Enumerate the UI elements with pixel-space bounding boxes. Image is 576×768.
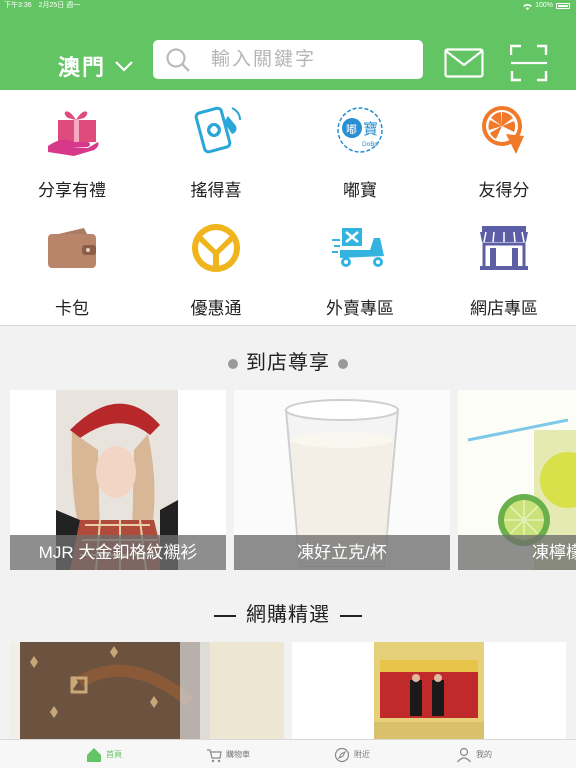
title-dot-icon bbox=[338, 358, 348, 369]
profile-icon bbox=[457, 747, 471, 762]
quick-entry-takeaway[interactable]: 外賣專區 bbox=[288, 208, 432, 326]
quick-entry-online-store[interactable]: 網店專區 bbox=[432, 208, 576, 326]
yen-coin-icon bbox=[192, 224, 240, 272]
product-caption: 凍好立克/杯 bbox=[234, 535, 450, 570]
online-product-card[interactable] bbox=[292, 642, 566, 742]
quick-entry-card-pack[interactable]: 卡包 bbox=[0, 208, 144, 326]
svg-text:寶: 寶 bbox=[363, 120, 378, 138]
tab-nearby[interactable]: 附近 bbox=[334, 740, 370, 768]
status-bar: 下午3:36 2月25日 週一 100% bbox=[0, 0, 576, 12]
mail-icon[interactable] bbox=[444, 48, 484, 78]
battery-icon bbox=[556, 3, 570, 9]
product-card[interactable]: 凍好立克/杯 bbox=[234, 390, 450, 570]
search-icon bbox=[166, 47, 190, 72]
chevron-down-icon bbox=[115, 61, 133, 72]
title-dash-icon bbox=[340, 614, 362, 617]
cart-icon bbox=[207, 748, 222, 762]
online-title: 網購精選 bbox=[246, 604, 330, 626]
quick-entry-dobo[interactable]: 嘟 寶 DoBo 嘟寶 bbox=[288, 90, 432, 208]
quick-entry-share-gift[interactable]: 分享有禮 bbox=[0, 90, 144, 208]
quick-entry-label: 搖得喜 bbox=[190, 181, 242, 200]
in-store-title: 到店尊享 bbox=[246, 352, 330, 374]
shake-phone-icon bbox=[194, 106, 241, 154]
online-section-title: 網購精選 bbox=[0, 598, 576, 627]
tab-label: 購物車 bbox=[226, 750, 250, 759]
product-photo-bag bbox=[10, 642, 284, 742]
status-time-date: 下午3:36 2月25日 週一 bbox=[4, 2, 81, 9]
storefront-icon bbox=[480, 226, 528, 270]
compass-icon bbox=[334, 747, 350, 762]
search-input[interactable] bbox=[211, 48, 401, 71]
tab-label: 首頁 bbox=[106, 750, 122, 759]
tab-home[interactable]: 首頁 bbox=[86, 740, 122, 768]
tab-label: 附近 bbox=[354, 750, 370, 759]
online-product-card[interactable] bbox=[10, 642, 284, 742]
title-dot-icon bbox=[228, 358, 238, 369]
wallet-icon bbox=[48, 228, 96, 268]
home-icon bbox=[87, 747, 101, 762]
battery-percent: 100% bbox=[535, 2, 553, 9]
city-selector[interactable]: 澳門 bbox=[58, 50, 134, 82]
product-caption: MJR 大金釦格紋襯衫 bbox=[10, 535, 226, 570]
quick-entry-youhuitong[interactable]: 優惠通 bbox=[144, 208, 288, 326]
quick-entry-label: 優惠通 bbox=[190, 299, 242, 318]
quick-entry-youdefen[interactable]: 友得分 bbox=[432, 90, 576, 208]
title-dash-icon bbox=[214, 614, 236, 617]
delivery-scooter-icon bbox=[332, 228, 384, 267]
svg-text:DoBo: DoBo bbox=[362, 141, 378, 148]
wifi-icon bbox=[523, 3, 532, 10]
tab-label: 我的 bbox=[476, 750, 492, 759]
product-photo-framed-picture bbox=[292, 642, 566, 742]
in-store-section-title: 到店尊享 bbox=[0, 346, 576, 375]
quick-entry-label: 友得分 bbox=[478, 181, 530, 200]
tab-cart[interactable]: 購物車 bbox=[206, 740, 250, 768]
search-box[interactable] bbox=[153, 40, 423, 79]
scan-icon[interactable] bbox=[510, 44, 548, 82]
in-store-carousel[interactable]: MJR 大金釦格紋襯衫 凍好立克/杯 凍檸檬雪 bbox=[0, 390, 576, 570]
gift-icon bbox=[48, 111, 99, 156]
top-header: 澳門 bbox=[0, 12, 576, 90]
bottom-tab-bar: 首頁 購物車 附近 我的 bbox=[0, 739, 576, 768]
quick-entry-shake[interactable]: 搖得喜 bbox=[144, 90, 288, 208]
quick-entry-grid: 分享有禮 搖得喜 嘟 寶 DoBo 嘟寶 友得分 卡包 優惠通 外賣專區 網店專… bbox=[0, 90, 576, 326]
quick-entry-label: 嘟寶 bbox=[343, 181, 377, 200]
quick-entry-label: 分享有禮 bbox=[38, 181, 106, 200]
quick-entry-label: 外賣專區 bbox=[326, 299, 394, 318]
quick-entry-label: 網店專區 bbox=[470, 299, 538, 318]
dobo-logo-icon: 嘟 寶 DoBo bbox=[337, 107, 383, 153]
product-card[interactable]: 凍檸檬雪 bbox=[458, 390, 576, 570]
orange-slice-icon bbox=[482, 106, 524, 154]
city-label: 澳門 bbox=[58, 55, 107, 80]
tab-mine[interactable]: 我的 bbox=[456, 740, 492, 768]
product-card[interactable]: MJR 大金釦格紋襯衫 bbox=[10, 390, 226, 570]
product-caption: 凍檸檬雪 bbox=[458, 535, 576, 570]
quick-entry-label: 卡包 bbox=[55, 299, 89, 318]
svg-text:嘟: 嘟 bbox=[346, 123, 357, 136]
